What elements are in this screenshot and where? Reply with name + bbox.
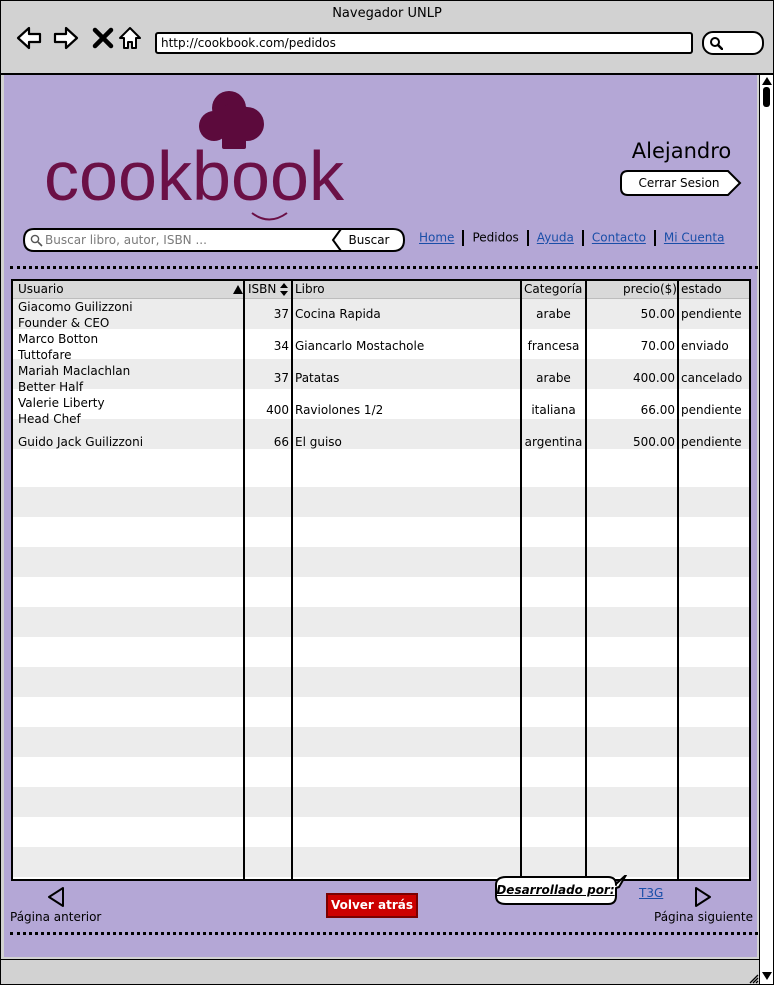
divider (10, 266, 758, 269)
table-cell-precio: 70.00 (640, 339, 675, 353)
table-cell-categoria: arabe (536, 307, 571, 321)
back-arrow-icon[interactable] (16, 25, 42, 51)
browser-search-field[interactable] (702, 31, 764, 55)
orders-table[interactable]: Usuario ISBN Libro Categoría precio($) e… (11, 279, 751, 881)
browser-toolbar: Navegador UNLP http://cookbook.com/pedid… (1, 1, 773, 75)
credits-label: Desarrollado por: (496, 883, 615, 897)
column-header-estado[interactable]: estado (681, 281, 722, 298)
search-button[interactable]: Buscar (333, 228, 405, 252)
next-page-icon[interactable] (693, 886, 713, 908)
resize-grip-icon[interactable] (749, 972, 759, 984)
table-cell-categoria: italiana (531, 403, 576, 417)
table-cell-libro: Cocina Rapida (295, 307, 381, 321)
address-bar[interactable]: http://cookbook.com/pedidos (155, 32, 693, 54)
nav-mi-cuenta-link[interactable]: Mi Cuenta (664, 231, 725, 245)
search-icon (30, 234, 43, 247)
table-cell-isbn: 37 (273, 307, 289, 321)
scroll-up-icon[interactable] (762, 77, 772, 85)
browser-window: Navegador UNLP http://cookbook.com/pedid… (0, 0, 774, 985)
table-header: Usuario ISBN Libro Categoría precio($) e… (13, 281, 749, 299)
nav-separator (462, 230, 465, 246)
nav-separator (526, 230, 529, 246)
forward-arrow-icon[interactable] (53, 25, 79, 51)
sort-toggle-icon[interactable] (280, 283, 288, 296)
table-row-user: Giacomo Guilizzoni Founder & CEO (18, 300, 133, 330)
table-cell-isbn: 66 (273, 435, 289, 449)
column-header-isbn[interactable]: ISBN (248, 281, 276, 298)
nav-home-link[interactable]: Home (419, 231, 454, 245)
home-icon[interactable] (117, 25, 143, 51)
column-header-precio[interactable]: precio($) (589, 281, 677, 298)
table-row-user: Guido Jack Guilizzoni (18, 435, 144, 449)
credits-callout: Desarrollado por: (493, 875, 639, 905)
search-icon (710, 37, 723, 50)
table-cell-categoria: argentina (524, 435, 583, 449)
divider (10, 932, 758, 935)
table-cell-precio: 50.00 (640, 307, 675, 321)
search-input[interactable]: Buscar libro, autor, ISBN ... (45, 228, 207, 252)
column-header-usuario[interactable]: Usuario (18, 281, 64, 298)
table-cell-estado: pendiente (681, 307, 742, 321)
previous-page-link[interactable]: Página anterior (10, 910, 101, 924)
table-cell-isbn: 34 (273, 339, 289, 353)
sort-ascending-icon[interactable] (233, 285, 243, 294)
table-row-user: Valerie Liberty Head Chef (18, 396, 105, 426)
table-cell-categoria: arabe (536, 371, 571, 385)
table-row-user: Mariah Maclachlan Better Half (18, 364, 131, 394)
logout-button[interactable]: Cerrar Sesion (620, 170, 742, 196)
table-cell-estado: cancelado (681, 371, 743, 385)
window-title: Navegador UNLP (332, 6, 442, 21)
table-cell-estado: pendiente (681, 435, 742, 449)
nav-ayuda-link[interactable]: Ayuda (537, 231, 574, 245)
next-page-link[interactable]: Página siguiente (654, 910, 753, 924)
nav-contacto-link[interactable]: Contacto (592, 231, 646, 245)
previous-page-icon[interactable] (46, 886, 66, 908)
back-button[interactable]: Volver atrás (326, 893, 418, 918)
search-bar[interactable]: Buscar libro, autor, ISBN ... Buscar (23, 228, 405, 252)
logo-text: cookbook (44, 137, 345, 215)
table-cell-isbn: 37 (273, 371, 289, 385)
table-cell-precio: 400.00 (633, 371, 675, 385)
table-cell-estado: pendiente (681, 403, 742, 417)
page-content: cookbook Alejandro Cerrar Sesion Buscar … (4, 75, 758, 957)
scrollbar-thumb[interactable] (763, 87, 770, 107)
column-header-libro[interactable]: Libro (295, 281, 325, 298)
table-cell-libro: Patatas (295, 371, 340, 385)
table-cell-libro: El guiso (295, 435, 342, 449)
table-cell-isbn: 400 (266, 403, 289, 417)
nav-separator (581, 230, 584, 246)
nav-pedidos-current[interactable]: Pedidos (472, 231, 518, 245)
nav-separator (653, 230, 656, 246)
table-cell-precio: 500.00 (633, 435, 675, 449)
status-bar (1, 959, 759, 984)
stop-icon[interactable] (90, 25, 116, 51)
table-cell-categoria: francesa (527, 339, 580, 353)
column-header-categoria[interactable]: Categoría (524, 281, 582, 298)
vertical-scrollbar[interactable] (759, 75, 773, 984)
credits-link[interactable]: T3G (639, 886, 663, 900)
table-row-user: Marco Botton Tuttofare (18, 332, 99, 362)
main-nav: Home Pedidos Ayuda Contacto Mi Cuenta (419, 230, 724, 250)
user-name: Alejandro (631, 139, 732, 163)
table-cell-libro: Raviolones 1/2 (295, 403, 384, 417)
logout-label: Cerrar Sesion (638, 176, 720, 190)
table-cell-estado: enviado (681, 339, 729, 353)
table-cell-libro: Giancarlo Mostachole (295, 339, 425, 353)
scroll-down-icon[interactable] (762, 972, 772, 980)
table-cell-precio: 66.00 (640, 403, 675, 417)
cookbook-logo: cookbook (44, 91, 345, 221)
